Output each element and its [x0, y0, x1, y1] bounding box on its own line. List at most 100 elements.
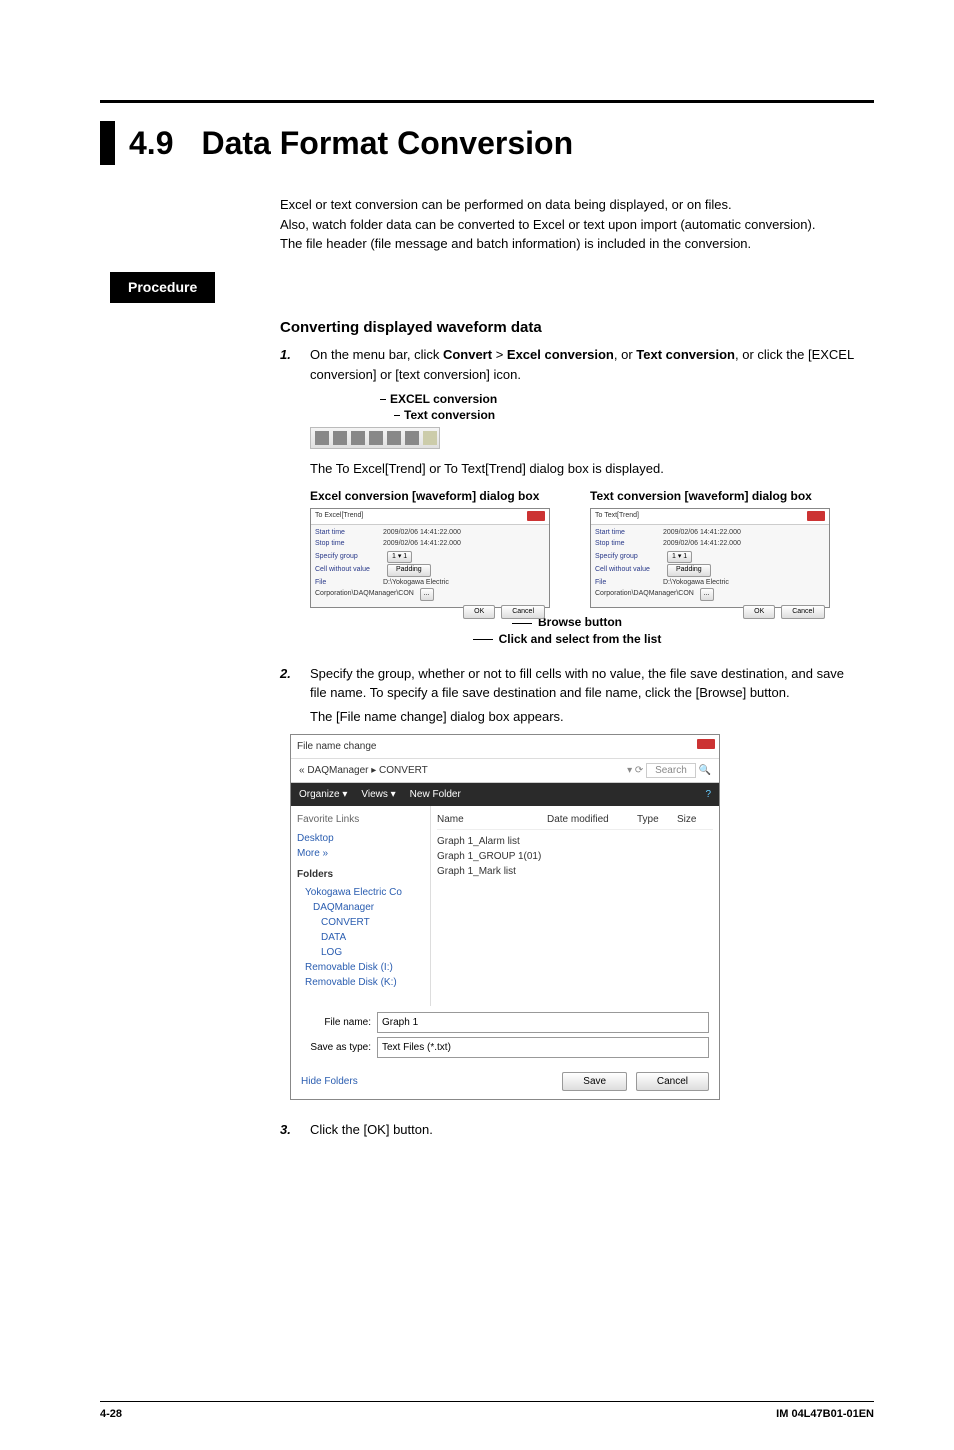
cancel-button[interactable]: Cancel [501, 605, 545, 620]
ok-button[interactable]: OK [743, 605, 775, 620]
text-dialog: To Text[Trend] Start time2009/02/06 14:4… [590, 508, 830, 608]
padding-select[interactable]: Padding [387, 564, 431, 577]
column-headers: Name Date modified Type Size [437, 812, 713, 830]
desktop-link[interactable]: Desktop [297, 831, 424, 846]
col-name[interactable]: Name [437, 812, 547, 827]
folder-tree: Favorite Links Desktop More » Folders Yo… [291, 806, 431, 1006]
section-number: 4.9 [129, 125, 173, 162]
tree-item[interactable]: DAQManager [313, 900, 424, 915]
step-1: 1. On the menu bar, click Convert > Exce… [280, 345, 854, 384]
folders-header: Folders [297, 867, 424, 882]
start-time-label: Start time [315, 528, 383, 539]
hide-folders-link[interactable]: Hide Folders [301, 1074, 358, 1089]
s1b: Convert [443, 347, 492, 362]
savetype-label: Save as type: [301, 1040, 371, 1055]
step-3-text: Click the [OK] button. [310, 1120, 854, 1140]
browse-button[interactable]: ... [700, 588, 714, 601]
step-2-number: 2. [280, 664, 298, 684]
padding-select[interactable]: Padding [667, 564, 711, 577]
click-select-callout: Click and select from the list [499, 632, 662, 646]
search-input[interactable]: Search [646, 763, 696, 778]
close-icon[interactable] [697, 739, 715, 749]
file-item[interactable]: Graph 1_Alarm list [437, 834, 713, 849]
excel-dialog: To Excel[Trend] Start time2009/02/06 14:… [310, 508, 550, 608]
step-3: 3. Click the [OK] button. [280, 1120, 854, 1140]
procedure-badge: Procedure [110, 272, 215, 303]
s1e: , or [614, 347, 636, 362]
group-label: Specify group [595, 552, 663, 563]
breadcrumb[interactable]: « DAQManager ▸ CONVERT [299, 763, 428, 778]
start-time-label: Start time [595, 528, 663, 539]
ok-button[interactable]: OK [463, 605, 495, 620]
organize-menu[interactable]: Organize ▾ [299, 787, 347, 802]
toolbar-icon[interactable] [405, 431, 419, 445]
col-size[interactable]: Size [677, 812, 696, 827]
tree-item[interactable]: Yokogawa Electric Co [305, 885, 424, 900]
more-link[interactable]: More » [297, 846, 424, 861]
save-dialog-title: File name change [297, 741, 377, 752]
step-1-after: The To Excel[Trend] or To Text[Trend] di… [310, 459, 854, 479]
cell-label: Cell without value [595, 565, 663, 576]
excel-dialog-title: Excel conversion [waveform] dialog box [310, 489, 550, 505]
excel-dialog-header: To Excel[Trend] [315, 512, 363, 519]
text-dialog-header: To Text[Trend] [595, 512, 639, 519]
filename-label: File name: [301, 1015, 371, 1030]
doc-id: IM 04L47B01-01EN [776, 1408, 874, 1420]
toolbar-icon[interactable] [333, 431, 347, 445]
tree-item[interactable]: Removable Disk (K:) [305, 975, 424, 990]
tree-item[interactable]: LOG [321, 945, 424, 960]
stop-time-label: Stop time [315, 539, 383, 550]
file-item[interactable]: Graph 1_GROUP 1(01) [437, 849, 713, 864]
section-title: Data Format Conversion [201, 125, 573, 162]
tree-item[interactable]: Removable Disk (I:) [305, 960, 424, 975]
subheading: Converting displayed waveform data [280, 317, 854, 340]
filename-input[interactable]: Graph 1 [377, 1012, 709, 1033]
toolbar-diagram: EXCEL conversion Text conversion [310, 392, 854, 449]
path-bar: « DAQManager ▸ CONVERT ▾ ⟳ Search 🔍 [291, 759, 719, 783]
tree-item[interactable]: DATA [321, 930, 424, 945]
excel-conversion-label: EXCEL conversion [390, 392, 497, 408]
intro-p3: The file header (file message and batch … [280, 234, 854, 254]
help-icon[interactable] [423, 431, 437, 445]
tree-item[interactable]: CONVERT [321, 915, 424, 930]
section-title-row: 4.9 Data Format Conversion [100, 121, 954, 165]
toolbar-icon[interactable] [315, 431, 329, 445]
group-label: Specify group [315, 552, 383, 563]
new-folder-button[interactable]: New Folder [410, 787, 461, 802]
group-select[interactable]: 1 ▾ 1 [387, 551, 412, 564]
body-area: Excel or text conversion can be performe… [280, 195, 854, 1140]
save-toolbar: Organize ▾ Views ▾ New Folder ? [291, 783, 719, 806]
browse-button[interactable]: ... [420, 588, 434, 601]
toolbar-icon[interactable] [351, 431, 365, 445]
page-footer: 4-28 IM 04L47B01-01EN [100, 1401, 874, 1420]
close-icon[interactable] [807, 511, 825, 521]
save-button[interactable]: Save [562, 1072, 627, 1091]
title-accent-bar [100, 121, 115, 165]
toolbar-icons [310, 427, 440, 449]
s1f: Text conversion [636, 347, 735, 362]
toolbar-icon[interactable] [387, 431, 401, 445]
top-rule [100, 100, 874, 103]
step-2-after: The [File name change] dialog box appear… [310, 707, 854, 727]
cancel-button[interactable]: Cancel [636, 1072, 709, 1091]
col-type[interactable]: Type [637, 812, 677, 827]
text-dialog-title: Text conversion [waveform] dialog box [590, 489, 830, 505]
help-icon[interactable]: ? [705, 787, 711, 802]
s1a: On the menu bar, click [310, 347, 443, 362]
s1d: Excel conversion [507, 347, 614, 362]
toolbar-icon[interactable] [369, 431, 383, 445]
file-save-dialog: File name change « DAQManager ▸ CONVERT … [290, 734, 720, 1100]
step-1-text: On the menu bar, click Convert > Excel c… [310, 345, 854, 384]
file-item[interactable]: Graph 1_Mark list [437, 864, 713, 879]
stop-time-label: Stop time [595, 539, 663, 550]
stop-time-value: 2009/02/06 14:41:22.000 [383, 540, 461, 547]
intro-p2: Also, watch folder data can be converted… [280, 215, 854, 235]
close-icon[interactable] [527, 511, 545, 521]
step-3-number: 3. [280, 1120, 298, 1140]
savetype-select[interactable]: Text Files (*.txt) [377, 1037, 709, 1058]
cancel-button[interactable]: Cancel [781, 605, 825, 620]
col-date[interactable]: Date modified [547, 812, 637, 827]
views-menu[interactable]: Views ▾ [361, 787, 395, 802]
file-list-pane: Name Date modified Type Size Graph 1_Ala… [431, 806, 719, 1006]
group-select[interactable]: 1 ▾ 1 [667, 551, 692, 564]
